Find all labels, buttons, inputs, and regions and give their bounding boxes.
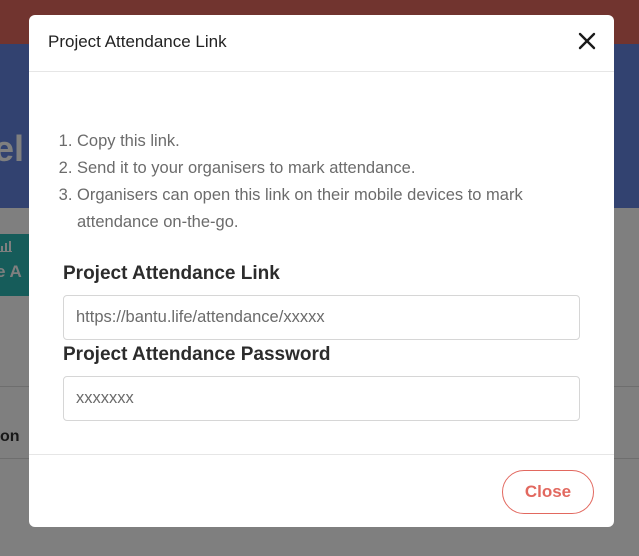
- modal-header: Project Attendance Link: [29, 15, 614, 72]
- instruction-item: Copy this link.: [77, 128, 579, 155]
- instruction-item: Send it to your organisers to mark atten…: [77, 155, 579, 182]
- modal-title: Project Attendance Link: [48, 32, 227, 51]
- attendance-password-input[interactable]: [63, 376, 580, 421]
- close-button[interactable]: Close: [502, 470, 594, 514]
- instruction-list: Copy this link. Send it to your organise…: [59, 128, 579, 236]
- modal-footer: Close: [29, 454, 614, 527]
- close-icon[interactable]: [576, 30, 598, 52]
- attendance-link-label: Project Attendance Link: [63, 263, 280, 284]
- attendance-password-label: Project Attendance Password: [63, 344, 331, 365]
- attendance-link-modal: Project Attendance Link Copy this link. …: [29, 15, 614, 527]
- attendance-link-input[interactable]: [63, 295, 580, 340]
- instruction-item: Organisers can open this link on their m…: [77, 182, 579, 236]
